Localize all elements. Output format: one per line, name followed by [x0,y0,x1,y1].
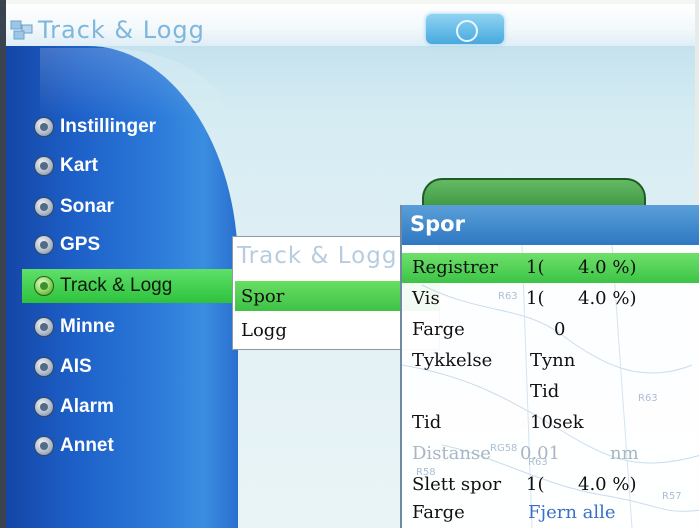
row-value-percent: 4.0 %) [578,288,637,309]
row-value-percent: 4.0 %) [578,257,637,278]
row-value-percent: 4.0 %) [578,474,637,495]
ais-icon [34,357,54,377]
page-title: Track & Logg [38,16,205,44]
row-mode[interactable]: Tid [402,377,699,407]
row-label: Farge [412,502,465,523]
menu-item-label: Minne [60,316,115,337]
track-icon [34,276,54,296]
row-label: Tid [412,412,442,433]
menu-item-sonar[interactable]: Sonar [22,190,232,224]
menu-item-label: Instillinger [60,116,157,137]
title-bar: Track & Logg [6,4,695,46]
row-value: 1( [526,474,545,495]
menu-item-label: AIS [60,356,92,377]
spor-title: Spor [410,212,465,236]
submenu-item-label: Spor [241,285,285,307]
menu-item-label: Kart [60,155,99,176]
row-value: Tynn [530,350,576,371]
row-value: 10sek [530,412,584,433]
menu-item-label: Track & Logg [60,275,173,296]
status-indicator [426,14,504,44]
fjern-alle-button[interactable]: Fjern alle [528,502,616,523]
row-label: Slett spor [412,474,502,495]
panel-sheen [40,48,226,118]
menu-item-minne[interactable]: Minne [22,310,232,344]
submenu-item-label: Logg [241,319,287,341]
row-value: Tid [530,381,560,402]
row-value: 0 [554,319,566,340]
menu-item-instillinger[interactable]: Instillinger [22,110,232,144]
row-registrer[interactable]: Registrer 1( 4.0 %) [402,253,699,283]
menu-item-label: GPS [60,234,101,255]
device-screen: Track & Logg Instillinger Kart Sonar GPS… [0,0,699,528]
spor-header: Spor [402,205,699,245]
menu-item-ais[interactable]: AIS [22,350,232,384]
row-value: 1( [526,257,545,278]
row-label: Vis [412,288,440,309]
menu-item-gps[interactable]: GPS [22,228,232,262]
chart-icon [34,156,54,176]
gps-icon [34,235,54,255]
menu-item-alarm[interactable]: Alarm [22,390,232,424]
memory-icon [34,317,54,337]
row-label: Tykkelse [412,350,493,371]
row-farge-2[interactable]: Farge Fjern alle [402,498,699,528]
menu-item-kart[interactable]: Kart [22,149,232,183]
menu-item-track-logg[interactable]: Track & Logg [22,269,232,303]
row-value: 1( [526,288,545,309]
row-distanse: Distanse 0.01 nm [402,439,699,469]
spor-settings-panel: R63 R63 RG58 R63 R58 R57 Spor Registrer … [400,205,699,528]
row-vis[interactable]: Vis 1( 4.0 %) [402,284,699,314]
row-tykkelse[interactable]: Tykkelse Tynn [402,346,699,376]
row-label: Distanse [412,443,491,464]
menu-item-annet[interactable]: Annet [22,429,232,463]
row-farge[interactable]: Farge 0 [402,315,699,345]
row-tid[interactable]: Tid 10sek [402,408,699,438]
other-icon [34,436,54,456]
submenu-title: Track & Logg [237,243,398,269]
row-label: Registrer [412,257,498,278]
row-slett-spor[interactable]: Slett spor 1( 4.0 %) [402,470,699,500]
menu-item-label: Sonar [60,196,114,217]
sonar-icon [34,197,54,217]
row-value: 0.01 [520,443,561,464]
settings-icon [34,117,54,137]
gps-status-icon [456,20,478,42]
row-unit: nm [610,443,639,464]
menu-item-label: Annet [60,435,114,456]
menu-item-label: Alarm [60,396,114,417]
alarm-icon [34,397,54,417]
track-logg-icon [10,20,33,40]
row-label: Farge [412,319,465,340]
